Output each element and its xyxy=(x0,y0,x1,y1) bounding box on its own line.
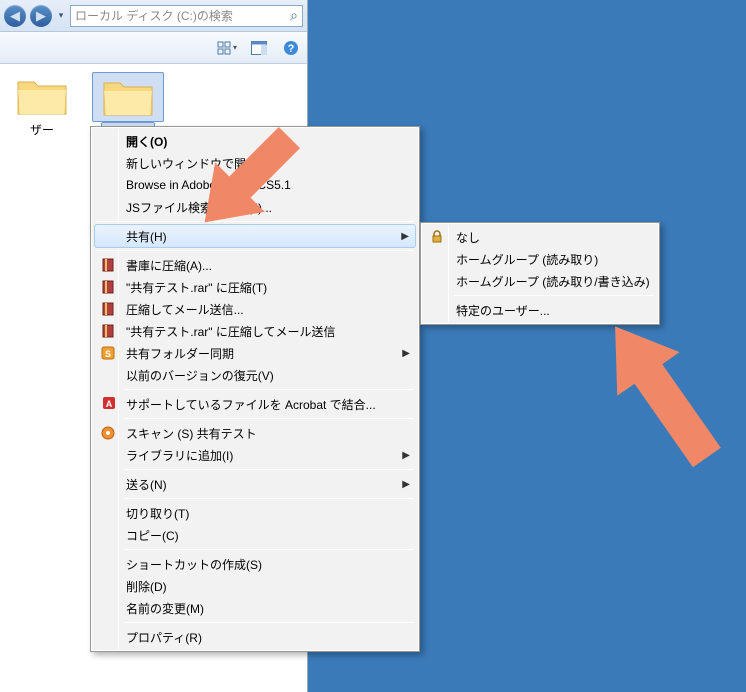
lock-icon xyxy=(430,230,448,244)
menu-previous-versions[interactable]: 以前のバージョンの復元(V) xyxy=(94,364,416,386)
menu-acrobat-combine[interactable]: Aサポートしているファイルを Acrobat で結合... xyxy=(94,393,416,415)
archive-icon xyxy=(100,279,118,295)
folder-label: ザー xyxy=(27,120,57,139)
menu-compress-archive[interactable]: 書庫に圧縮(A)... xyxy=(94,254,416,276)
menu-scan[interactable]: スキャン (S) 共有テスト xyxy=(94,422,416,444)
forward-button[interactable]: ▶ xyxy=(30,5,52,27)
folder-item-1[interactable]: ザー xyxy=(6,72,78,143)
help-button[interactable]: ? xyxy=(277,36,305,60)
submenu-none[interactable]: なし xyxy=(424,226,656,248)
svg-text:A: A xyxy=(106,399,113,409)
nav-bar: ◀ ▶ ▾ ローカル ディスク (C:)の検索 ⌕ xyxy=(0,0,307,32)
folder-icon xyxy=(92,72,164,122)
menu-copy[interactable]: コピー(C) xyxy=(94,524,416,546)
menu-properties[interactable]: プロパティ(R) xyxy=(94,626,416,648)
preview-pane-button[interactable] xyxy=(245,36,273,60)
back-button[interactable]: ◀ xyxy=(4,5,26,27)
folder-icon xyxy=(6,72,78,120)
menu-create-shortcut[interactable]: ショートカットの作成(S) xyxy=(94,553,416,575)
menu-cut[interactable]: 切り取り(T) xyxy=(94,502,416,524)
menu-compress-to-mail[interactable]: "共有テスト.rar" に圧縮してメール送信 xyxy=(94,320,416,342)
menu-open[interactable]: 開く(O) xyxy=(94,130,416,152)
grid-view-icon xyxy=(217,41,231,55)
submenu-specific-users[interactable]: 特定のユーザー... xyxy=(424,299,656,321)
svg-text:S: S xyxy=(105,349,111,359)
scan-icon xyxy=(100,425,118,441)
submenu-homegroup-rw[interactable]: ホームグループ (読み取り/書き込み) xyxy=(424,270,656,292)
annotation-arrow-2 xyxy=(576,302,746,482)
menu-delete[interactable]: 削除(D) xyxy=(94,575,416,597)
help-icon: ? xyxy=(283,40,299,56)
share-submenu: なし ホームグループ (読み取り) ホームグループ (読み取り/書き込み) 特定… xyxy=(420,222,660,325)
menu-add-library[interactable]: ライブラリに追加(I)▶ xyxy=(94,444,416,466)
search-icon: ⌕ xyxy=(290,7,298,24)
acrobat-icon: A xyxy=(100,395,118,414)
toolbar: ? xyxy=(0,32,307,64)
menu-share[interactable]: 共有(H)▶ xyxy=(94,224,416,248)
menu-compress-to[interactable]: "共有テスト.rar" に圧縮(T) xyxy=(94,276,416,298)
menu-compress-mail[interactable]: 圧縮してメール送信... xyxy=(94,298,416,320)
menu-js-search[interactable]: JSファイル検索ツール(J)... xyxy=(94,196,416,218)
archive-icon xyxy=(100,257,118,273)
search-input[interactable]: ローカル ディスク (C:)の検索 ⌕ xyxy=(70,5,303,27)
menu-new-window[interactable]: 新しいウィンドウで開く xyxy=(94,152,416,174)
nav-history-icon[interactable]: ▾ xyxy=(56,10,66,21)
preview-pane-icon xyxy=(251,41,267,55)
sync-icon: S xyxy=(100,345,118,361)
menu-rename[interactable]: 名前の変更(M) xyxy=(94,597,416,619)
context-menu: 開く(O) 新しいウィンドウで開く Browse in Adobe Bridge… xyxy=(90,126,420,652)
submenu-arrow-icon: ▶ xyxy=(402,348,410,359)
menu-send-to[interactable]: 送る(N)▶ xyxy=(94,473,416,495)
menu-browse-bridge[interactable]: Browse in Adobe Bridge CS5.1 xyxy=(94,174,416,196)
archive-icon xyxy=(100,323,118,339)
search-placeholder: ローカル ディスク (C:)の検索 xyxy=(75,7,233,24)
svg-text:?: ? xyxy=(288,43,295,55)
view-mode-button[interactable] xyxy=(213,36,241,60)
submenu-arrow-icon: ▶ xyxy=(402,479,410,490)
submenu-homegroup-read[interactable]: ホームグループ (読み取り) xyxy=(424,248,656,270)
menu-sync-folder[interactable]: S共有フォルダー同期▶ xyxy=(94,342,416,364)
archive-icon xyxy=(100,301,118,317)
submenu-arrow-icon: ▶ xyxy=(401,231,409,242)
submenu-arrow-icon: ▶ xyxy=(402,450,410,461)
